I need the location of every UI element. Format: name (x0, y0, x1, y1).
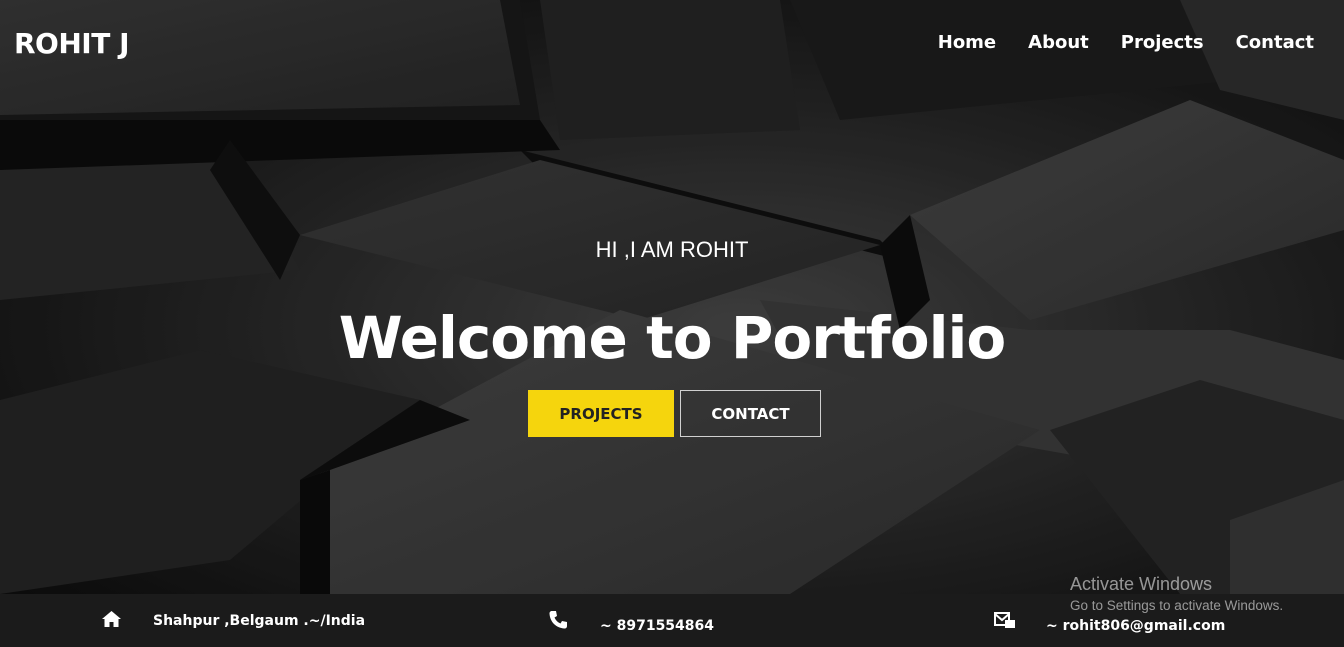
email-text[interactable]: ~ rohit806@gmail.com (1046, 618, 1225, 634)
brand-logo[interactable]: ROHIT J (14, 27, 129, 60)
phone-item: ~ 8971554864 (548, 610, 714, 634)
home-icon (101, 610, 122, 632)
projects-button[interactable]: PROJECTS (528, 390, 674, 437)
nav-link-projects[interactable]: Projects (1121, 32, 1204, 53)
phone-icon (548, 610, 568, 634)
email-icon (994, 610, 1016, 634)
email-item: ~ rohit806@gmail.com (994, 610, 1225, 634)
nav-menu: Home About Projects Contact (938, 32, 1314, 53)
top-navbar: ROHIT J Home About Projects Contact (0, 0, 1344, 90)
watermark-title: Activate Windows (1070, 574, 1213, 594)
hero-greeting: HI ,I AM ROHIT (595, 237, 749, 262)
nav-link-contact[interactable]: Contact (1236, 32, 1314, 53)
hero-section: ROHIT J Home About Projects Contact HI ,… (0, 0, 1344, 594)
address-text: Shahpur ,Belgaum .~/India (153, 613, 366, 629)
nav-link-about[interactable]: About (1028, 32, 1089, 53)
windows-activation-watermark: Activate Windows Go to Settings to activ… (1070, 574, 1283, 613)
nav-link-home[interactable]: Home (938, 32, 996, 53)
hero-title: Welcome to Portfolio (338, 304, 1006, 372)
hero-buttons: PROJECTS CONTACT (528, 390, 821, 437)
contact-button[interactable]: CONTACT (680, 390, 821, 437)
phone-text[interactable]: ~ 8971554864 (600, 618, 714, 634)
watermark-subtitle: Go to Settings to activate Windows. (1070, 598, 1284, 613)
address-item: Shahpur ,Belgaum .~/India (101, 610, 365, 632)
